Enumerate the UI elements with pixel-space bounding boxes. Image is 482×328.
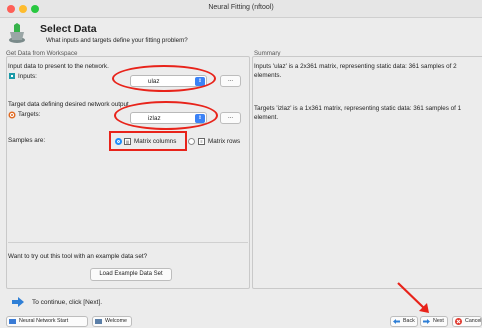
back-arrow-icon [393,319,400,324]
back-label: Back [403,318,415,324]
cancel-icon [455,318,462,325]
samples-label: Samples are: [8,137,46,144]
welcome-button[interactable]: Welcome [92,316,132,327]
page-subtitle: What inputs and targets define your fitt… [46,37,188,44]
welcome-label: Welcome [105,318,127,324]
inputs-summary: Inputs 'ulaz' is a 2x361 matrix, represe… [254,63,457,79]
next-button[interactable]: Next [420,316,448,327]
cancel-button[interactable]: Cancel [452,316,482,327]
next-label: Next [433,318,444,324]
welcome-icon [95,319,102,324]
annotation-arrow-icon [397,282,429,313]
matrix-columns-highlight [109,131,187,151]
next-arrow-icon [423,319,430,324]
inputs-icon [9,73,15,79]
cancel-label: Cancel [465,318,482,324]
page-title: Select Data [40,23,97,35]
summary-panel [252,56,482,289]
inputs-label: Inputs: [18,73,37,80]
window-title: Neural Fitting (nftool) [208,4,274,11]
targets-icon [8,111,16,119]
load-example-button[interactable]: Load Example Data Set [90,268,172,281]
targets-prompt: Target data defining desired network out… [8,101,131,108]
neural-network-start-label: Neural Network Start [19,318,69,324]
matrix-rows-radio[interactable] [188,138,195,145]
example-prompt: Want to try out this tool with an exampl… [8,253,148,260]
select-data-icon [9,23,25,43]
matrix-rows-label[interactable]: Matrix rows [208,138,240,145]
continue-text: To continue, click [Next]. [32,299,103,306]
targets-browse-button[interactable]: ... [220,112,241,124]
inputs-browse-button[interactable]: ... [220,75,241,87]
targets-summary: Targets 'izlaz' is a 1x361 matrix, repre… [254,105,462,121]
left-panel-divider [8,242,248,243]
matrix-rows-icon: ≡ [198,138,205,145]
neural-network-icon [9,319,16,324]
continue-arrow-icon [12,297,24,307]
targets-highlight [114,101,218,130]
neural-network-start-button[interactable]: Neural Network Start [6,316,88,327]
back-button[interactable]: Back [390,316,418,327]
inputs-highlight [112,65,216,92]
inputs-prompt: Input data to present to the network. [8,63,109,70]
targets-label: Targets: [18,111,41,118]
